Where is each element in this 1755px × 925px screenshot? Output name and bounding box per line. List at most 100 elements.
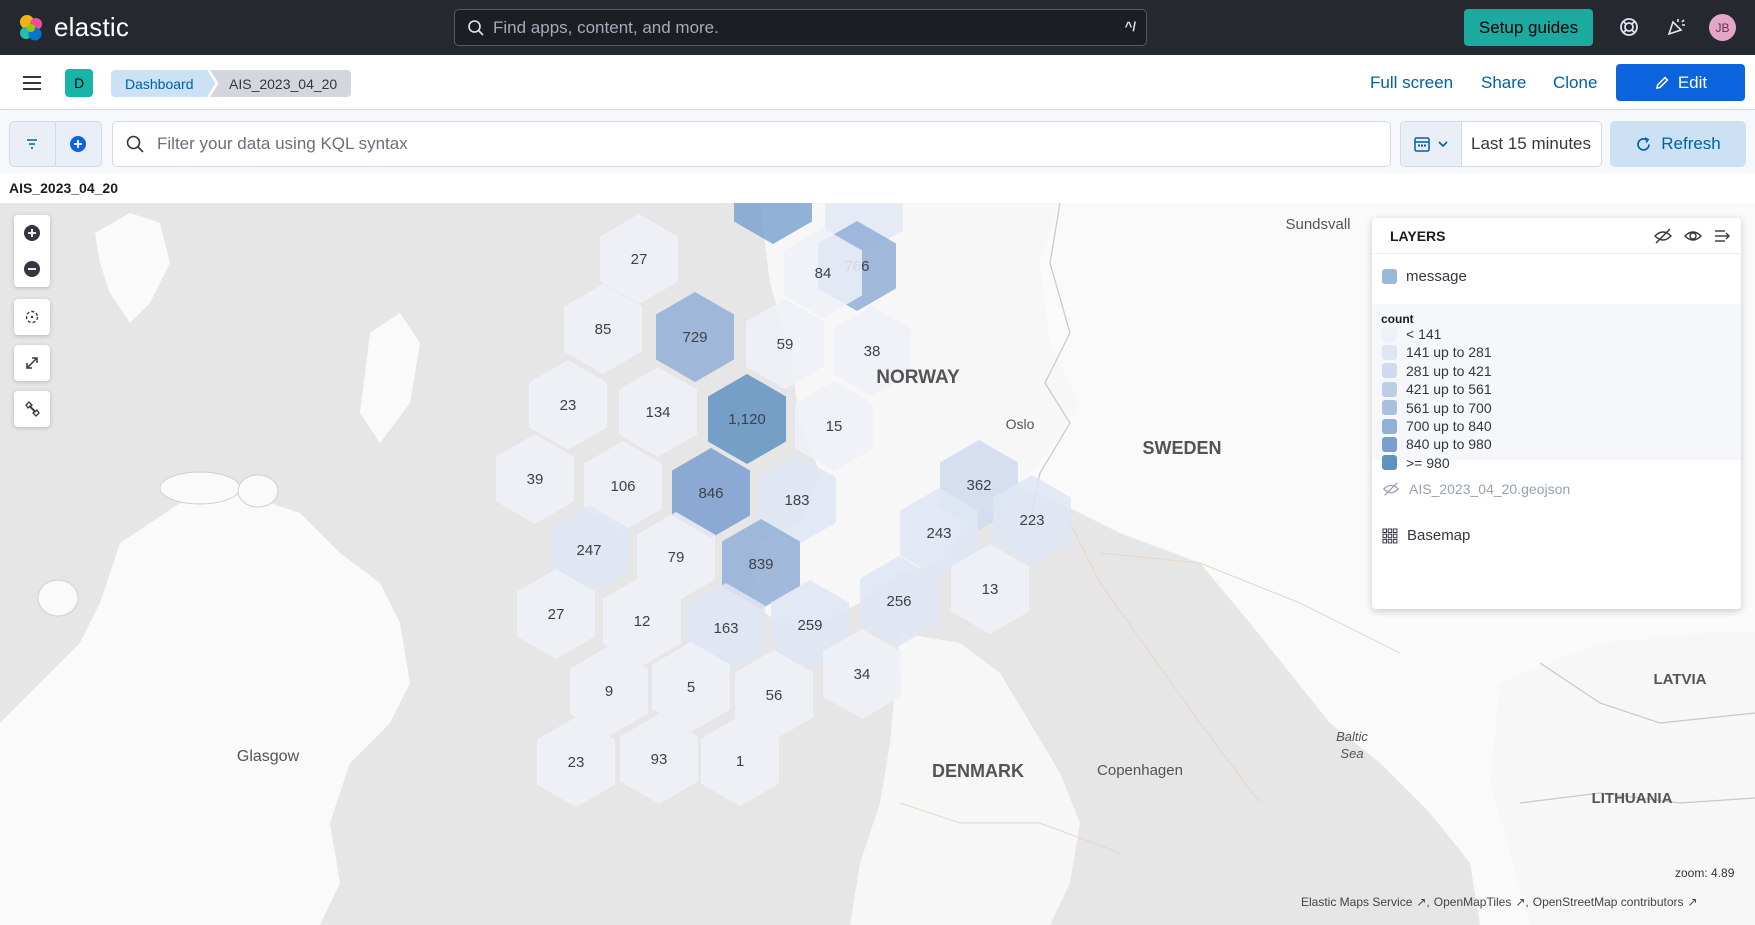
legend-item: 700 up to 840 [1382,418,1492,434]
menu-icon[interactable] [20,71,44,95]
hex-count-label: 59 [777,336,794,353]
layer-control-panel: LAYERS message count < 141 141 up to 281 2… [1372,218,1741,609]
hex-count-label: 106 [610,478,635,495]
hex-count-label: 223 [1019,512,1044,529]
quick-select-button[interactable] [1401,122,1462,166]
legend-item: 421 up to 561 [1382,381,1492,397]
legend-item: 281 up to 421 [1382,363,1492,379]
label-sea: Sea [1340,746,1363,761]
elastic-logo[interactable]: elastic [16,12,129,43]
legend-swatch [1382,418,1397,434]
legend-label: >= 980 [1406,454,1450,471]
label-norway: NORWAY [876,367,960,388]
reset-view-button[interactable] [14,299,50,335]
hex-count-label: 134 [645,404,670,421]
hex-count-label: 1,120 [728,411,766,428]
user-avatar[interactable]: JB [1709,14,1736,41]
edit-label: Edit [1677,72,1708,92]
legend-swatch [1382,436,1397,452]
layer-message[interactable]: message [1382,268,1467,285]
legend-swatch [1382,400,1397,416]
elastic-logo-icon [20,14,42,40]
count-legend: count < 141 141 up to 281 281 up to 421 421… [1372,304,1741,471]
label-glasgow: Glasgow [237,748,300,765]
legend-label: 281 up to 421 [1406,362,1492,379]
baltic-states-land [1490,633,1755,925]
fit-to-data-button[interactable] [14,345,50,381]
zoom-level: zoom: 4.89 [1675,866,1735,880]
fit-bounds-control [14,345,50,381]
show-all-layers-icon[interactable] [1683,226,1703,246]
hex-count-label: 259 [797,617,822,634]
share-link[interactable]: Share [1481,73,1526,93]
panel-title: AIS_2023_04_20 [9,180,118,196]
collapse-panel-icon[interactable] [1713,226,1733,246]
external-link-icon: ↗, [1515,895,1529,909]
label-denmark: DENMARK [932,761,1024,781]
hex-count-label: 13 [982,581,999,598]
hide-all-layers-icon[interactable] [1653,226,1673,246]
legend-label: < 141 [1406,326,1442,342]
legend-swatch [1382,344,1397,360]
global-search[interactable]: ^/ [454,9,1147,46]
filter-button-group [9,121,102,167]
news-feed-icon[interactable] [1664,15,1688,39]
space-avatar[interactable]: D [65,69,93,97]
attribution-ems[interactable]: Elastic Maps Service [1301,895,1412,909]
attribution-openmaptiles[interactable]: OpenMapTiles [1434,895,1512,909]
help-icon[interactable] [1617,15,1641,39]
layer-message-label: message [1406,268,1467,285]
legend-label: 421 up to 561 [1406,381,1492,398]
layer-basemap-label: Basemap [1407,527,1471,544]
full-screen-link[interactable]: Full screen [1370,73,1453,93]
breadcrumb-dashboard[interactable]: Dashboard [111,70,216,97]
label-oslo: Oslo [1006,416,1035,432]
hex-count-label: 15 [826,418,843,435]
tools-button[interactable] [14,391,50,427]
label-baltic: Baltic [1336,729,1368,744]
legend-item: 561 up to 700 [1382,400,1492,416]
layer-basemap[interactable]: Basemap [1382,527,1470,544]
zoom-in-button[interactable] [14,215,50,251]
refresh-button[interactable]: Refresh [1610,121,1746,167]
refresh-icon [1637,136,1651,151]
hex-count-label: 243 [926,525,951,542]
time-picker[interactable]: Last 15 minutes [1400,121,1602,167]
legend-swatch [1382,455,1397,471]
calendar-icon [1414,137,1430,152]
search-icon [468,19,484,36]
edit-button[interactable]: Edit [1616,64,1745,101]
hex-count-label: 729 [682,329,707,346]
filter-menu-button[interactable] [10,122,56,166]
clone-link[interactable]: Clone [1553,73,1597,93]
layer-geojson[interactable]: AIS_2023_04_20.geojson [1382,480,1570,498]
hex-count-label: 183 [784,492,809,509]
layer-control-header: LAYERS [1372,218,1741,254]
legend-swatch [1382,363,1397,379]
time-range-label[interactable]: Last 15 minutes [1471,134,1591,154]
reset-view-control [14,299,50,335]
refresh-label: Refresh [1661,134,1721,153]
legend-label: 700 up to 840 [1406,418,1492,434]
hex-count-label: 85 [595,321,612,338]
dashboard-nav-bar: D Dashboard AIS_2023_04_20 Full screen S… [0,55,1755,110]
eye-closed-icon[interactable] [1382,480,1400,498]
layer-message-swatch [1382,269,1397,284]
map-attribution: Elastic Maps Service ↗, OpenMapTiles ↗, … [1301,895,1698,909]
zoom-out-button[interactable] [14,251,50,287]
kql-query-input[interactable]: Filter your data using KQL syntax [112,121,1391,167]
add-filter-button[interactable] [56,122,102,166]
shetland-land [95,213,170,323]
zoom-controls [14,215,50,287]
global-header: elastic ^/ Setup guides JB [0,0,1755,55]
global-search-input[interactable] [493,17,1073,38]
attribution-osm[interactable]: OpenStreetMap contributors [1533,895,1684,909]
island [159,471,241,505]
legend-item: >= 980 [1382,455,1450,471]
hex-count-label: 23 [560,397,577,414]
filter-icon [27,139,38,149]
hex-count-label: 56 [766,687,783,704]
hex-count-label: 12 [634,613,651,630]
hex-count-label: 23 [568,754,585,771]
setup-guides-button[interactable]: Setup guides [1464,9,1593,46]
